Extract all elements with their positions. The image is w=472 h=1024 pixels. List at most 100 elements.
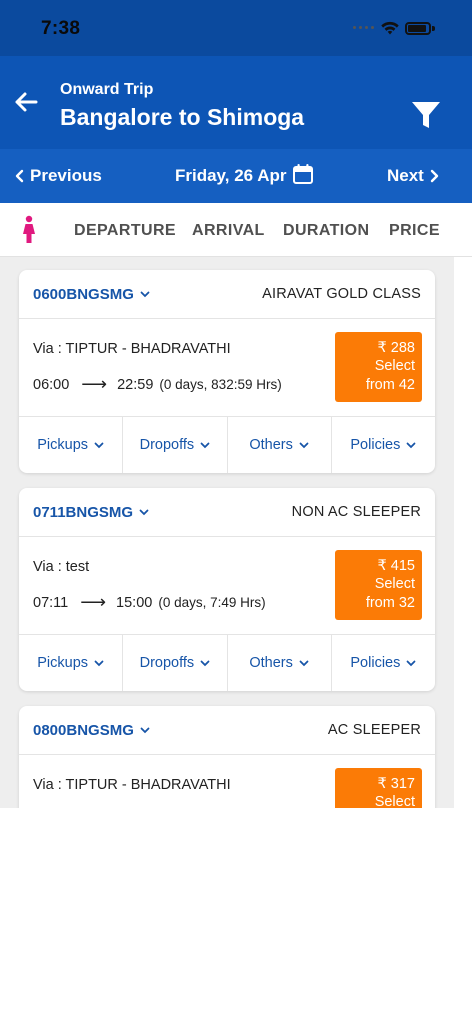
status-bar: 7:38 (0, 0, 472, 56)
calendar-icon[interactable] (292, 163, 314, 185)
pickups-button[interactable]: Pickups (19, 635, 124, 691)
select-seat-button[interactable]: ₹ 317 Select (335, 768, 422, 808)
seats-from: from 42 (365, 377, 415, 393)
others-button[interactable]: Others (228, 635, 332, 691)
wifi-icon (381, 21, 399, 35)
chevron-down-icon (94, 660, 104, 666)
select-label: Select (374, 576, 415, 592)
pickups-label: Pickups (37, 655, 89, 671)
arrow-right-icon: ⟶ (80, 592, 107, 612)
app-header: Onward Trip Bangalore to Shimoga (0, 56, 472, 149)
select-seat-button[interactable]: ₹ 415 Select from 32 (335, 550, 422, 620)
bus-code-dropdown[interactable]: 0600BNGSMG (33, 286, 150, 303)
bus-code-dropdown[interactable]: 0800BNGSMG (33, 722, 150, 739)
policies-label: Policies (350, 437, 401, 453)
chevron-down-icon (299, 442, 309, 448)
bus-card-header: 0711BNGSMG NON AC SLEEPER (19, 488, 435, 537)
date-navigation: Previous Friday, 26 Apr Next (0, 149, 472, 203)
bus-type: AC SLEEPER (327, 722, 421, 738)
blank-area (0, 808, 472, 1024)
trip-duration: (0 days, 832:59 Hrs) (159, 377, 282, 392)
trip-duration: (0 days, 7:49 Hrs) (158, 595, 266, 610)
bus-list[interactable]: 0600BNGSMG AIRAVAT GOLD CLASS Via : TIPT… (0, 257, 454, 808)
bus-card-actions: Pickups Dropoffs Others Policies (19, 635, 435, 691)
dropoffs-label: Dropoffs (139, 655, 195, 671)
departure-time: 07:11 (33, 594, 69, 611)
others-label: Others (249, 437, 293, 453)
dropoffs-button[interactable]: Dropoffs (123, 635, 228, 691)
policies-label: Policies (350, 655, 401, 671)
chevron-down-icon (200, 660, 210, 666)
chevron-down-icon (299, 660, 309, 666)
trip-subtitle: Onward Trip (60, 81, 154, 98)
route-via: Via : test (33, 559, 90, 575)
select-label: Select (374, 794, 415, 808)
signal-icon (353, 26, 374, 29)
next-label: Next (387, 166, 424, 185)
arrival-time: 15:00 (116, 594, 153, 611)
chevron-down-icon (139, 509, 149, 516)
route-via: Via : TIPTUR - BHADRAVATHI (33, 777, 231, 793)
status-time: 7:38 (41, 18, 81, 39)
arrival-time: 22:59 (117, 376, 154, 393)
screen: 7:38 Onward Trip Bangalore to Shimoga Pr… (0, 0, 472, 1024)
others-button[interactable]: Others (228, 417, 332, 473)
bus-card[interactable]: 0800BNGSMG AC SLEEPER Via : TIPTUR - BHA… (19, 706, 435, 808)
select-seat-button[interactable]: ₹ 288 Select from 42 (335, 332, 422, 402)
timing-row: 06:00 ⟶ 22:59 (0 days, 832:59 Hrs) (33, 374, 282, 395)
chevron-down-icon (94, 442, 104, 448)
arrow-right-icon: ⟶ (81, 374, 108, 394)
fare-price: ₹ 317 (377, 776, 415, 792)
sort-arrival[interactable]: ARRIVAL (192, 222, 265, 240)
bus-code: 0600BNGSMG (33, 286, 134, 303)
others-label: Others (249, 655, 293, 671)
chevron-down-icon (406, 442, 416, 448)
chevron-left-icon (15, 169, 24, 183)
timing-row: 07:11 ⟶ 15:00 (0 days, 7:49 Hrs) (33, 592, 266, 613)
pickups-button[interactable]: Pickups (19, 417, 124, 473)
select-label: Select (374, 358, 415, 374)
bus-code: 0711BNGSMG (33, 504, 134, 521)
battery-cap (432, 26, 435, 31)
dropoffs-button[interactable]: Dropoffs (123, 417, 228, 473)
previous-day-button[interactable]: Previous (14, 166, 102, 186)
policies-button[interactable]: Policies (332, 417, 435, 473)
bus-code-dropdown[interactable]: 0711BNGSMG (33, 504, 149, 521)
bus-card-actions: Pickups Dropoffs Others Policies (19, 417, 435, 473)
pickups-label: Pickups (37, 437, 89, 453)
bus-card-body: Via : test 07:11 ⟶ 15:00 (0 days, 7:49 H… (19, 537, 435, 635)
bus-card[interactable]: 0711BNGSMG NON AC SLEEPER Via : test 07:… (19, 488, 435, 691)
departure-time: 06:00 (33, 376, 70, 393)
policies-button[interactable]: Policies (332, 635, 435, 691)
chevron-down-icon (140, 727, 150, 734)
bus-type: NON AC SLEEPER (291, 504, 421, 520)
bus-card-body: Via : TIPTUR - BHADRAVATHI ₹ 317 Select (19, 755, 435, 808)
bus-card[interactable]: 0600BNGSMG AIRAVAT GOLD CLASS Via : TIPT… (19, 270, 435, 473)
bus-code: 0800BNGSMG (33, 722, 134, 739)
bus-card-body: Via : TIPTUR - BHADRAVATHI 06:00 ⟶ 22:59… (19, 319, 435, 417)
filter-icon[interactable] (409, 98, 443, 132)
bus-card-header: 0600BNGSMG AIRAVAT GOLD CLASS (19, 270, 435, 319)
chevron-down-icon (200, 442, 210, 448)
sort-departure[interactable]: DEPARTURE (74, 222, 176, 240)
back-arrow-icon[interactable] (10, 86, 42, 118)
dropoffs-label: Dropoffs (139, 437, 195, 453)
selected-date[interactable]: Friday, 26 Apr (175, 166, 286, 186)
bus-type: AIRAVAT GOLD CLASS (262, 286, 421, 302)
chevron-down-icon (406, 660, 416, 666)
chevron-right-icon (430, 169, 439, 183)
previous-label: Previous (30, 166, 102, 185)
sort-price[interactable]: PRICE (389, 222, 440, 240)
next-day-button[interactable]: Next (387, 166, 440, 186)
battery-icon (405, 22, 431, 35)
route-via: Via : TIPTUR - BHADRAVATHI (33, 341, 231, 357)
sort-duration[interactable]: DURATION (283, 222, 369, 240)
chevron-down-icon (140, 291, 150, 298)
ladies-seat-icon[interactable] (19, 215, 39, 245)
sort-bar: DEPARTURE ARRIVAL DURATION PRICE (0, 203, 472, 257)
bus-card-header: 0800BNGSMG AC SLEEPER (19, 706, 435, 755)
fare-price: ₹ 288 (377, 340, 415, 356)
seats-from: from 32 (365, 595, 415, 611)
page-title: Bangalore to Shimoga (60, 104, 305, 130)
fare-price: ₹ 415 (377, 558, 415, 574)
